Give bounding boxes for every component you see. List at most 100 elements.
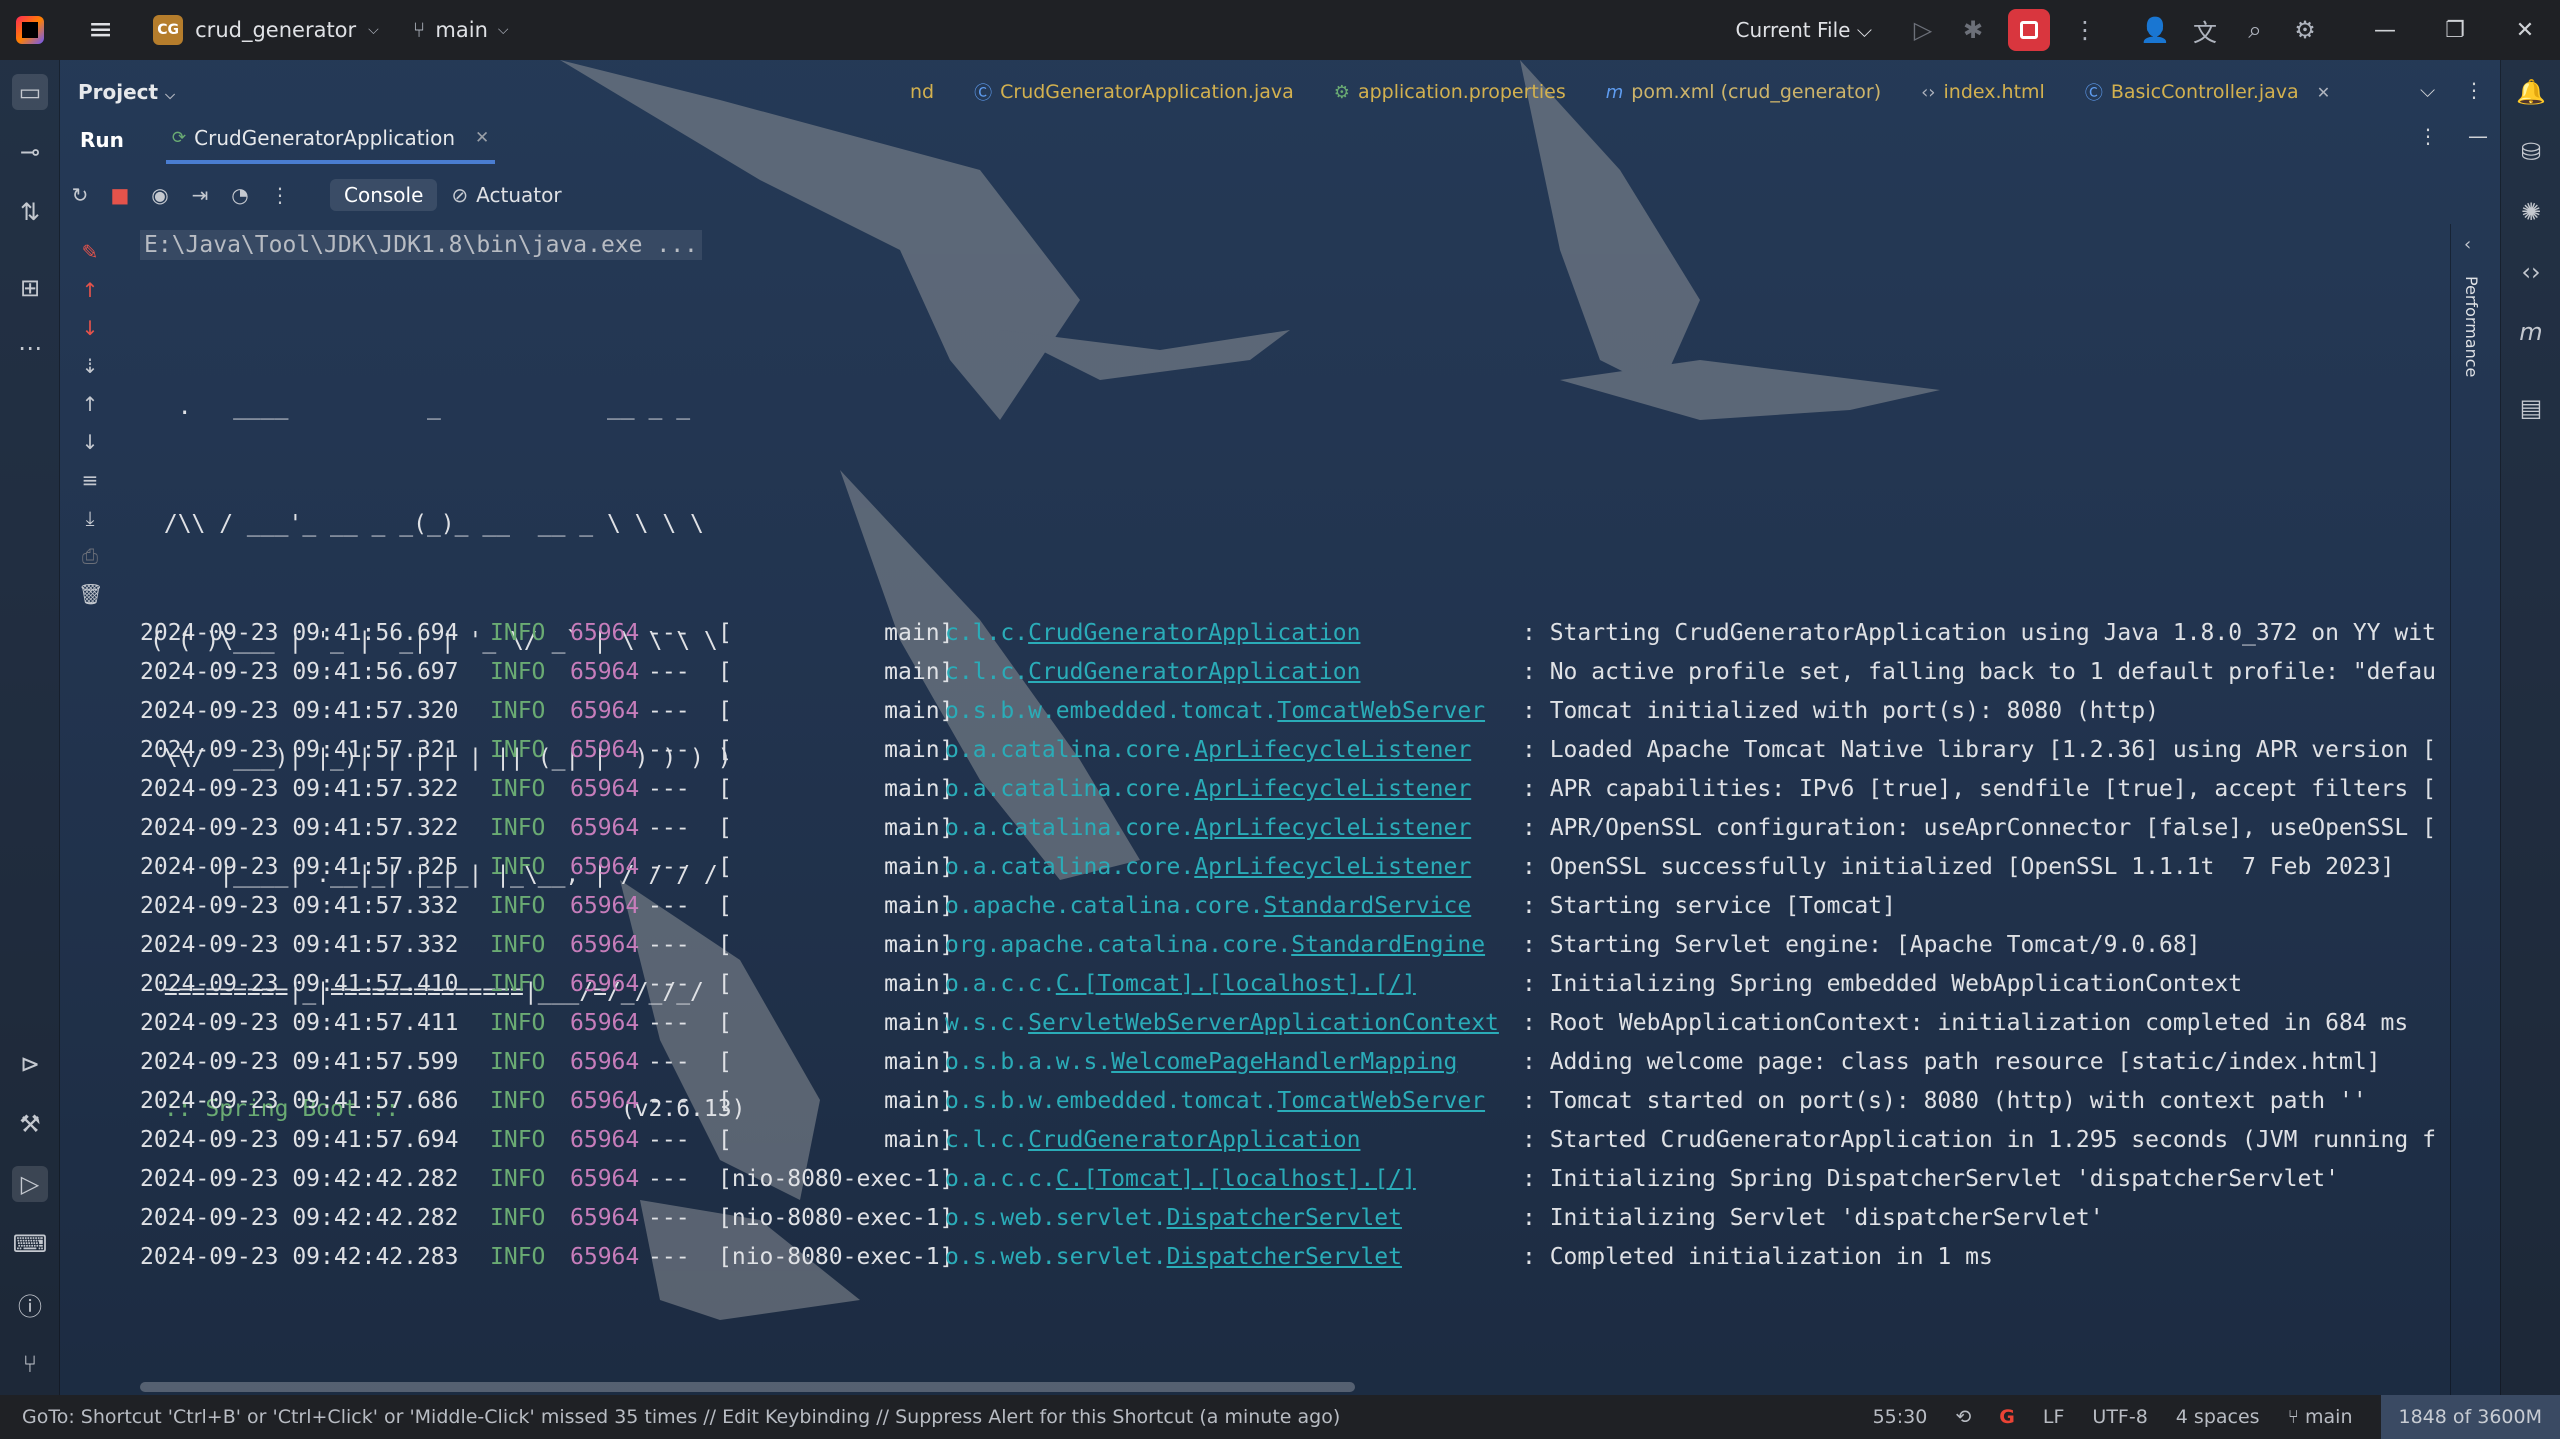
project-panel-toggle[interactable]: Project ⌵ (78, 80, 175, 104)
run-configuration-selector[interactable]: Current File ⌵ (1736, 18, 1872, 42)
readonly-toggle-icon[interactable]: ⟲ (1955, 1406, 1971, 1428)
main-menu-icon[interactable]: ≡ (88, 15, 113, 45)
indent-setting[interactable]: 4 spaces (2176, 1406, 2260, 1428)
log-line: 2024-09-23 09:41:57.686 INFO 65964 --- [ mai… (140, 1082, 2450, 1121)
more-icon[interactable]: ⋮ (260, 183, 300, 207)
structure-icon[interactable]: ⊞ (12, 270, 48, 306)
log-level: INFO (490, 737, 546, 763)
performance-tab[interactable]: Performance (2462, 276, 2481, 377)
editor-tab-index-html[interactable]: ‹› index.html (1921, 81, 2045, 103)
project-folder-icon[interactable]: ▭ (12, 74, 48, 110)
more-tools-icon[interactable]: ⋯ (12, 330, 48, 366)
status-message[interactable]: GoTo: Shortcut 'Ctrl+B' or 'Ctrl+Click' … (22, 1406, 1922, 1428)
console-output[interactable]: E:\Java\Tool\JDK\JDK1.8\bin\java.exe ...… (140, 230, 2450, 1380)
ai-assistant-icon[interactable]: ✺ (2513, 194, 2549, 230)
scroll-down-icon[interactable]: ↓ (78, 430, 102, 454)
down-stack-icon[interactable]: ↓ (78, 316, 102, 340)
translation-doc-icon[interactable]: ▤ (2513, 390, 2549, 426)
notifications-bell-icon[interactable]: 🔔 (2513, 74, 2549, 110)
services-icon[interactable]: ⊳ (12, 1046, 48, 1082)
close-run-tab-icon[interactable]: ✕ (475, 128, 489, 148)
logger-class-link[interactable]: DispatcherServlet (1167, 1244, 1402, 1270)
maven-icon[interactable]: m (2513, 314, 2549, 350)
status-branch[interactable]: ⑂ main (2288, 1406, 2353, 1428)
run-tool-icon[interactable]: ▷ (12, 1166, 48, 1202)
log-separator: --- (648, 737, 690, 763)
translate-icon[interactable]: 文 (2180, 13, 2230, 48)
build-hammer-icon[interactable]: ⚒ (12, 1106, 48, 1142)
tab-actuator[interactable]: ⊘ Actuator (451, 183, 561, 207)
logger-class-link[interactable]: TomcatWebServer (1277, 1088, 1485, 1114)
run-panel-options-icon[interactable]: ⋮ (2418, 124, 2438, 148)
editor-tab-pom[interactable]: m pom.xml (crud_generator) (1606, 81, 1881, 103)
logger-class-link[interactable]: AprLifecycleListener (1194, 737, 1471, 763)
screenshot-camera-icon[interactable]: ◉ (140, 183, 180, 207)
search-icon[interactable]: ⌕ (2230, 16, 2280, 44)
minimize-window-button[interactable]: — (2350, 18, 2420, 43)
google-icon[interactable]: G (1999, 1406, 2015, 1428)
editor-tab-application-properties[interactable]: ⚙ application.properties (1334, 81, 1566, 103)
more-actions-icon[interactable]: ⋮ (2060, 16, 2110, 44)
horizontal-scrollbar[interactable] (140, 1382, 1355, 1392)
java-command-line[interactable]: E:\Java\Tool\JDK\JDK1.8\bin\java.exe ... (140, 230, 702, 260)
sort-icon[interactable]: ⇣ (78, 354, 102, 378)
clear-edit-pencil-icon[interactable]: ✎ (78, 240, 102, 264)
commit-icon[interactable]: ⊸ (12, 134, 48, 170)
exit-icon[interactable]: ⇥ (180, 183, 220, 207)
logger-class-link[interactable]: AprLifecycleListener (1194, 815, 1471, 841)
line-ending[interactable]: LF (2043, 1406, 2065, 1428)
git-icon[interactable]: ⑂ (12, 1346, 48, 1382)
performance-gauge-icon[interactable]: ◔ (220, 183, 260, 207)
logger-class-link[interactable]: TomcatWebServer (1277, 698, 1485, 724)
stop-button[interactable] (2008, 9, 2050, 51)
run-tab-crudgeneratorapplication[interactable]: ⟳ CrudGeneratorApplication ✕ (165, 116, 496, 164)
tab-console[interactable]: Console (330, 179, 438, 211)
add-user-icon[interactable]: 👤 (2130, 16, 2180, 44)
scroll-to-end-icon[interactable]: ⤓ (78, 506, 102, 530)
settings-gear-icon[interactable]: ⚙ (2280, 16, 2330, 44)
tabs-more-icon[interactable]: ⋮ (2464, 78, 2484, 102)
run-icon[interactable]: ▷ (1898, 16, 1948, 44)
scroll-up-icon[interactable]: ↑ (78, 392, 102, 416)
stop-icon[interactable]: ■ (100, 183, 140, 207)
logger-class-link[interactable]: CrudGeneratorApplication (1028, 1127, 1360, 1153)
soft-wrap-icon[interactable]: ≡ (78, 468, 102, 492)
branch-switcher[interactable]: ⑂ main ⌵ (413, 18, 509, 42)
rerun-icon[interactable]: ↻ (60, 183, 100, 207)
debug-icon[interactable]: ✱ (1948, 16, 1998, 44)
logger-class-link[interactable]: StandardService (1264, 893, 1472, 919)
logger-class-link[interactable]: C.[Tomcat].[localhost].[/] (1056, 971, 1416, 997)
up-stack-icon[interactable]: ↑ (78, 278, 102, 302)
logger-class-link[interactable]: AprLifecycleListener (1194, 776, 1471, 802)
logger-class-link[interactable]: DispatcherServlet (1167, 1205, 1402, 1231)
code-icon[interactable]: ‹› (2513, 254, 2549, 290)
logger-class-link[interactable]: CrudGeneratorApplication (1028, 659, 1360, 685)
logger-class-link[interactable]: StandardEngine (1291, 932, 1485, 958)
cursor-position[interactable]: 55:30 (1873, 1406, 1928, 1428)
log-level: INFO (490, 1088, 546, 1114)
memory-indicator[interactable]: 1848 of 3600M (2380, 1395, 2560, 1439)
collapse-arrow-icon[interactable]: ‹ (2464, 234, 2471, 255)
logger-class-link[interactable]: WelcomePageHandlerMapping (1111, 1049, 1457, 1075)
logger-class-link[interactable]: C.[Tomcat].[localhost].[/] (1056, 1166, 1416, 1192)
hide-panel-icon[interactable]: — (2468, 124, 2488, 148)
logger-class-link[interactable]: CrudGeneratorApplication (1028, 620, 1360, 646)
terminal-icon[interactable]: ⌨ (12, 1226, 48, 1262)
close-tab-icon[interactable]: ✕ (2317, 83, 2330, 102)
logger-class-link[interactable]: AprLifecycleListener (1194, 854, 1471, 880)
restore-window-button[interactable]: ❐ (2420, 18, 2490, 43)
file-encoding[interactable]: UTF-8 (2092, 1406, 2147, 1428)
project-switcher[interactable]: CG crud_generator ⌵ (153, 15, 379, 45)
print-icon[interactable]: ⎙ (78, 544, 102, 568)
editor-tab-basiccontroller[interactable]: Ⓒ BasicController.java ✕ (2085, 79, 2330, 105)
close-window-button[interactable]: ✕ (2490, 18, 2560, 43)
database-icon[interactable]: ⛁ (2513, 134, 2549, 170)
problems-icon[interactable]: ⓘ (12, 1286, 48, 1322)
log-pid: 65964 (570, 971, 640, 997)
editor-tab-crudgeneratorapplication[interactable]: Ⓒ CrudGeneratorApplication.java (974, 79, 1294, 105)
tabs-dropdown-icon[interactable]: ⌵ (2420, 78, 2435, 102)
clear-all-trash-icon[interactable]: 🗑 (78, 582, 103, 606)
pull-requests-icon[interactable]: ⇅ (12, 194, 48, 230)
logger-class-link[interactable]: ServletWebServerApplicationContext (1028, 1010, 1499, 1036)
editor-tab-partial[interactable]: nd (910, 81, 934, 103)
